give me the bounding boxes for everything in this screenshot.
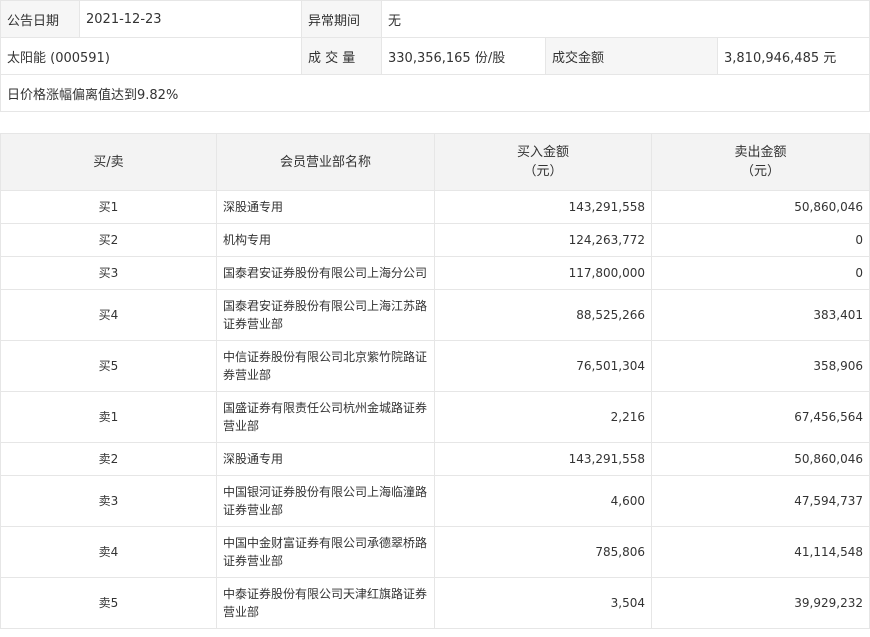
table-row: 卖2 深股通专用 143,291,558 50,860,046 (0, 442, 870, 476)
row-side: 卖5 (0, 577, 217, 629)
stock-name: 太阳能 (000591) (0, 37, 302, 75)
table-row: 卖5 中泰证券股份有限公司天津红旗路证券营业部 3,504 39,929,232 (0, 577, 870, 629)
row-buy-amount: 3,504 (434, 577, 652, 629)
turnover-label: 成交金额 (545, 37, 718, 75)
row-side: 卖1 (0, 391, 217, 443)
row-side: 买4 (0, 289, 217, 341)
row-side: 卖3 (0, 475, 217, 527)
row-sell-amount: 47,594,737 (651, 475, 870, 527)
header-branch: 会员营业部名称 (216, 133, 435, 191)
row-branch: 国泰君安证券股份有限公司上海分公司 (216, 256, 435, 290)
row-side: 买2 (0, 223, 217, 257)
turnover-value: 3,810,946,485 元 (717, 37, 870, 75)
header-sell-label: 卖出金额 (734, 145, 787, 160)
abnormal-period-value: 无 (381, 0, 870, 38)
row-branch: 机构专用 (216, 223, 435, 257)
row-buy-amount: 2,216 (434, 391, 652, 443)
row-sell-amount: 383,401 (651, 289, 870, 341)
row-branch: 深股通专用 (216, 442, 435, 476)
row-buy-amount: 785,806 (434, 526, 652, 578)
row-side: 卖2 (0, 442, 217, 476)
row-buy-amount: 88,525,266 (434, 289, 652, 341)
table-row: 买3 国泰君安证券股份有限公司上海分公司 117,800,000 0 (0, 256, 870, 290)
table-header-row: 买/卖 会员营业部名称 买入金额 （元） 卖出金额 （元） (0, 133, 870, 191)
table-body: 买1 深股通专用 143,291,558 50,860,046 买2 机构专用 … (0, 190, 870, 629)
table-row: 买4 国泰君安证券股份有限公司上海江苏路证券营业部 88,525,266 383… (0, 289, 870, 341)
volume-value: 330,356,165 份/股 (381, 37, 546, 75)
row-sell-amount: 50,860,046 (651, 442, 870, 476)
row-branch: 中国银河证券股份有限公司上海临潼路证券营业部 (216, 475, 435, 527)
summary-row-date: 公告日期 2021-12-23 异常期间 无 (0, 0, 870, 38)
summary-row-trade: 太阳能 (000591) 成 交 量 330,356,165 份/股 成交金额 … (0, 37, 870, 75)
row-buy-amount: 4,600 (434, 475, 652, 527)
row-sell-amount: 41,114,548 (651, 526, 870, 578)
row-branch: 国盛证券有限责任公司杭州金城路证券营业部 (216, 391, 435, 443)
row-side: 卖4 (0, 526, 217, 578)
table-row: 卖4 中国中金财富证券有限公司承德翠桥路证券营业部 785,806 41,114… (0, 526, 870, 578)
row-side: 买3 (0, 256, 217, 290)
announce-date-label: 公告日期 (0, 0, 80, 38)
row-branch: 中信证券股份有限公司北京紫竹院路证券营业部 (216, 340, 435, 392)
table-row: 买1 深股通专用 143,291,558 50,860,046 (0, 190, 870, 224)
header-buy-amount: 买入金额 （元） (434, 133, 652, 191)
row-branch: 国泰君安证券股份有限公司上海江苏路证券营业部 (216, 289, 435, 341)
table-row: 买2 机构专用 124,263,772 0 (0, 223, 870, 257)
abnormal-reason: 日价格涨幅偏离值达到9.82% (0, 74, 870, 112)
row-buy-amount: 143,291,558 (434, 190, 652, 224)
row-sell-amount: 50,860,046 (651, 190, 870, 224)
row-branch: 中国中金财富证券有限公司承德翠桥路证券营业部 (216, 526, 435, 578)
row-branch: 深股通专用 (216, 190, 435, 224)
volume-label: 成 交 量 (301, 37, 382, 75)
row-side: 买1 (0, 190, 217, 224)
row-side: 买5 (0, 340, 217, 392)
row-sell-amount: 0 (651, 223, 870, 257)
header-sell-amount: 卖出金额 （元） (651, 133, 870, 191)
trading-detail-table: 买/卖 会员营业部名称 买入金额 （元） 卖出金额 （元） 买1 深股通专用 1… (0, 133, 870, 629)
row-sell-amount: 67,456,564 (651, 391, 870, 443)
table-row: 买5 中信证券股份有限公司北京紫竹院路证券营业部 76,501,304 358,… (0, 340, 870, 392)
summary-row-reason: 日价格涨幅偏离值达到9.82% (0, 74, 870, 112)
header-sell-unit: （元） (740, 164, 780, 179)
table-row: 卖1 国盛证券有限责任公司杭州金城路证券营业部 2,216 67,456,564 (0, 391, 870, 443)
abnormal-period-label: 异常期间 (301, 0, 382, 38)
header-buy-unit: （元） (523, 164, 563, 179)
row-sell-amount: 358,906 (651, 340, 870, 392)
row-buy-amount: 143,291,558 (434, 442, 652, 476)
stock-summary-table: 公告日期 2021-12-23 异常期间 无 太阳能 (000591) 成 交 … (0, 0, 870, 112)
row-buy-amount: 124,263,772 (434, 223, 652, 257)
row-sell-amount: 0 (651, 256, 870, 290)
header-side: 买/卖 (0, 133, 217, 191)
row-buy-amount: 117,800,000 (434, 256, 652, 290)
header-buy-label: 买入金额 (516, 145, 569, 160)
table-row: 卖3 中国银河证券股份有限公司上海临潼路证券营业部 4,600 47,594,7… (0, 475, 870, 527)
announce-date-value: 2021-12-23 (79, 0, 302, 38)
row-buy-amount: 76,501,304 (434, 340, 652, 392)
row-sell-amount: 39,929,232 (651, 577, 870, 629)
row-branch: 中泰证券股份有限公司天津红旗路证券营业部 (216, 577, 435, 629)
